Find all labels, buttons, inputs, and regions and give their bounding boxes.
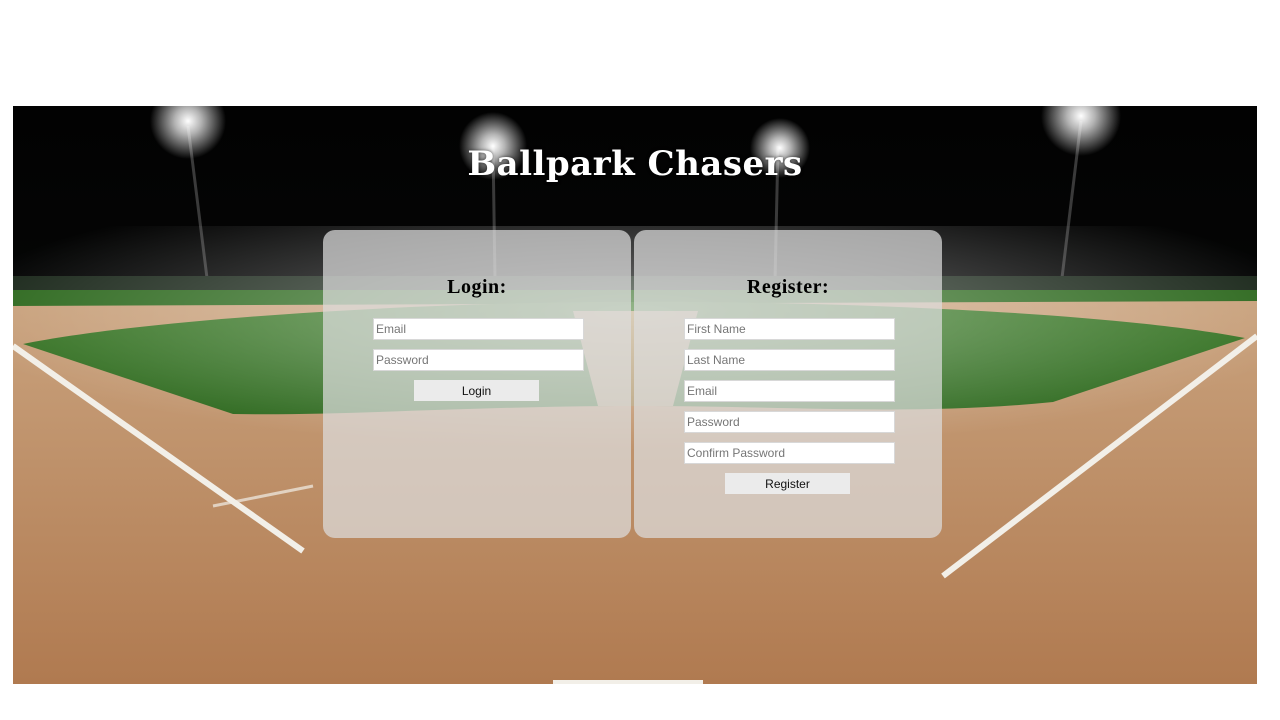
register-button[interactable]: Register <box>725 473 850 494</box>
site-title: Ballpark Chasers <box>467 144 803 184</box>
register-panel: Register: Register <box>634 230 942 538</box>
confirm-password-input[interactable] <box>684 442 895 464</box>
hero-section: Ballpark Chasers Login: Login Register: … <box>13 106 1257 684</box>
login-panel: Login: Login <box>323 230 631 538</box>
register-email-input[interactable] <box>684 380 895 402</box>
login-email-input[interactable] <box>373 318 584 340</box>
register-heading: Register: <box>746 276 830 298</box>
register-password-input[interactable] <box>684 411 895 433</box>
last-name-input[interactable] <box>684 349 895 371</box>
login-button[interactable]: Login <box>414 380 539 401</box>
login-heading: Login: <box>447 276 507 298</box>
first-name-input[interactable] <box>684 318 895 340</box>
login-password-input[interactable] <box>373 349 584 371</box>
